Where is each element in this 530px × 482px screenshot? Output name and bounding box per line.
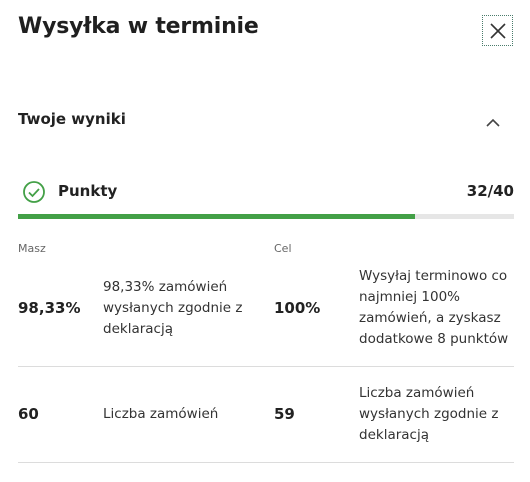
check-circle-icon (23, 181, 45, 203)
table-row: 60 Liczba zamówień 59 Liczba zamówień wy… (18, 380, 514, 450)
points-label: Punkty (58, 182, 118, 200)
dialog-title: Wysyłka w terminie (18, 14, 259, 39)
row-divider (18, 462, 514, 463)
chevron-up-icon (486, 118, 500, 127)
row-divider (18, 366, 514, 367)
table-row: 98,33% 98,33% zamówień wysłanych zgodnie… (18, 268, 514, 364)
row-target: 59 (274, 405, 295, 423)
points-value: 32/40 (466, 182, 514, 200)
dialog-header: Wysyłka w terminie (0, 0, 530, 62)
points-progress-fill (18, 214, 415, 219)
row-target-description: Wysyłaj terminowo co najmniej 100% zamów… (359, 268, 509, 347)
row-target-description: Liczba zamówień wysłanych zgodnie z dekl… (359, 385, 499, 443)
points-row: Punkty 32/40 (18, 178, 514, 206)
column-header-yours: Masz (18, 242, 46, 255)
column-header-target: Cel (274, 242, 292, 255)
close-button[interactable] (482, 15, 513, 46)
row-value: 98,33% (18, 299, 81, 317)
section-title: Twoje wyniki (18, 110, 126, 128)
row-description: Liczba zamówień (103, 406, 219, 422)
collapse-section-button[interactable] (482, 112, 504, 134)
row-description: 98,33% zamówień wysłanych zgodnie z dekl… (103, 279, 243, 337)
row-value: 60 (18, 405, 39, 423)
row-target: 100% (274, 299, 321, 317)
close-icon (489, 22, 506, 39)
points-progress-bar (18, 214, 514, 219)
